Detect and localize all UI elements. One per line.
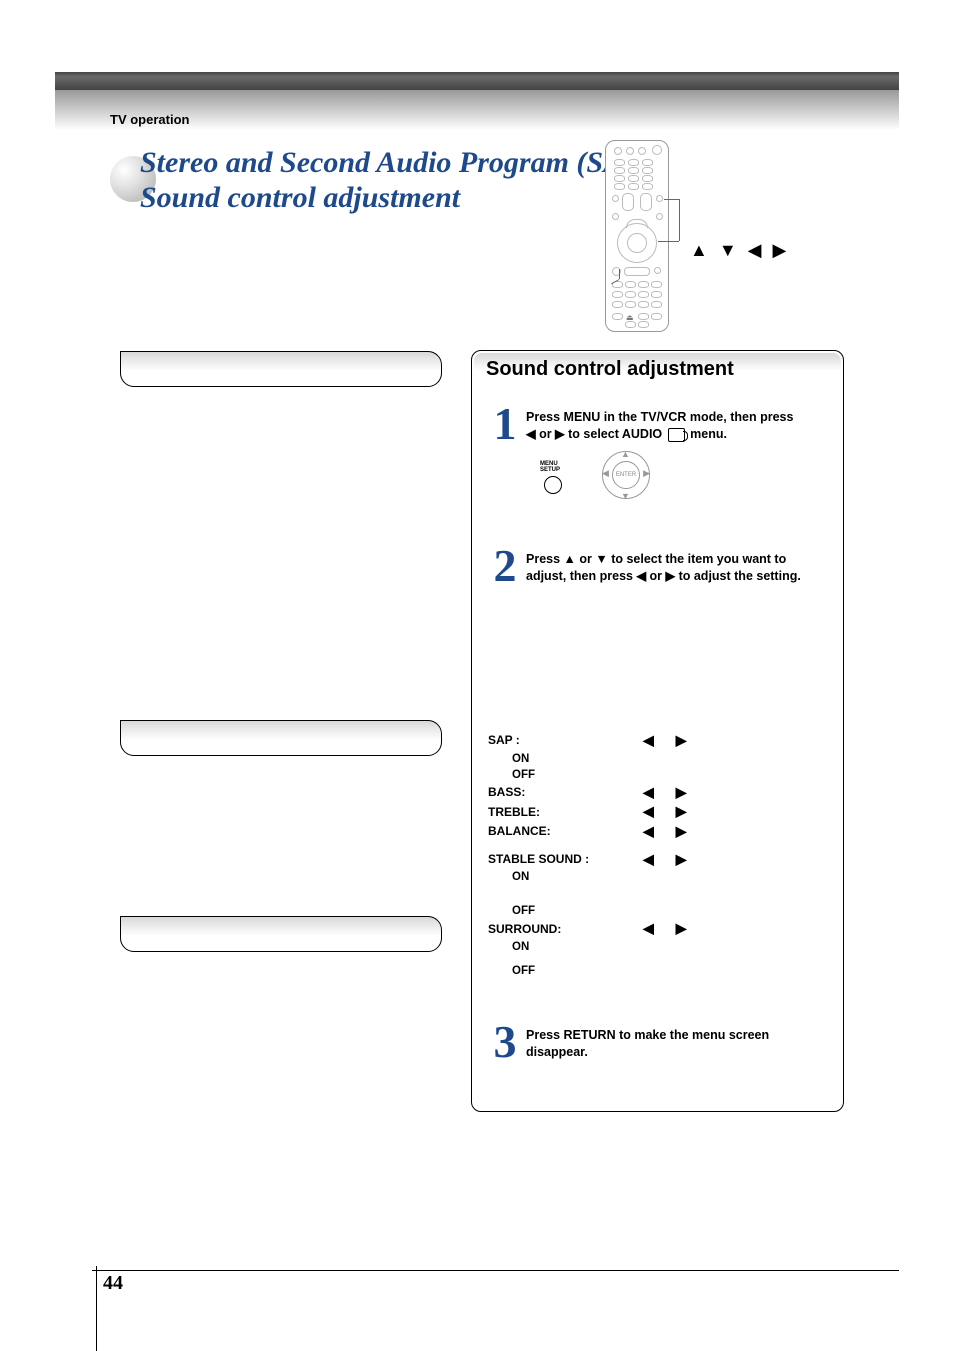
footer-vertical-divider — [96, 1266, 97, 1351]
surround-on: ON — [488, 939, 827, 955]
step-number-3: 3 — [488, 1015, 522, 1068]
chevron-up-icon: ▲ — [621, 449, 630, 459]
step2-text-a: Press ▲ or ▼ to select the item you want… — [526, 552, 786, 566]
footer-divider — [92, 1270, 899, 1271]
step-3: 3 Press RETURN to make the menu screen d… — [488, 1027, 827, 1061]
step3-text-b: disappear. — [526, 1045, 588, 1059]
stable-off: OFF — [488, 903, 827, 919]
stable-arrows: ◀▶ — [643, 850, 709, 870]
balance-label: BALANCE: — [488, 823, 643, 840]
step1-text-a: Press MENU in the TV/VCR mode, then pres… — [526, 410, 793, 424]
sap-off: OFF — [488, 767, 827, 783]
stable-sound-label: STABLE SOUND : — [488, 851, 643, 868]
sap-on: ON — [488, 751, 827, 767]
bass-label: BASS: — [488, 784, 643, 801]
bass-arrows: ◀▶ — [643, 783, 709, 803]
page-title-row: Stereo and Second Audio Program (SAP)/ S… — [110, 146, 859, 215]
dpad-illustration: ▲ ▼ ◀ ▶ ENTER — [602, 451, 652, 501]
step-number-2: 2 — [488, 539, 522, 592]
step-2: 2 Press ▲ or ▼ to select the item you wa… — [488, 551, 827, 585]
chevron-right-icon: ▶ — [643, 468, 650, 479]
setup-label: SETUP — [540, 467, 562, 473]
page-title-line2: Sound control adjustment — [140, 181, 460, 214]
sap-label: SAP : — [488, 732, 643, 749]
audio-icon — [668, 428, 685, 442]
step-1: 1 Press MENU in the TV/VCR mode, then pr… — [488, 409, 827, 443]
step-number-1: 1 — [488, 397, 522, 450]
page-number: 44 — [103, 1272, 123, 1295]
step1-text-b: ◀ or ▶ to select AUDIO — [526, 427, 662, 441]
page-title-line1: Stereo and Second Audio Program (SAP)/ — [140, 146, 660, 179]
surround-arrows: ◀▶ — [643, 919, 709, 939]
button-circle-icon — [544, 476, 562, 494]
sap-arrows: ◀▶ — [643, 731, 709, 751]
step3-text-a: Press RETURN to make the menu screen — [526, 1028, 769, 1042]
menu-setup-button-illustration: MENU SETUP — [540, 461, 562, 494]
header-bar — [55, 72, 899, 90]
left-panel-slot-1 — [120, 351, 442, 387]
left-panel-slot-2 — [120, 720, 442, 756]
step1-text-c: menu. — [690, 427, 727, 441]
left-panel-slot-3 — [120, 916, 442, 952]
remote-illustration: ⏏ — [605, 140, 669, 332]
instruction-box: Sound control adjustment 1 Press MENU in… — [471, 350, 844, 1112]
enter-button-label: ENTER — [612, 461, 640, 489]
surround-off: OFF — [488, 963, 827, 979]
chevron-down-icon: ▼ — [621, 491, 630, 501]
box-heading: Sound control adjustment — [474, 353, 841, 385]
manual-page: TV operation Stereo and Second Audio Pro… — [0, 0, 954, 1351]
treble-arrows: ◀▶ — [643, 802, 709, 822]
breadcrumb: TV operation — [110, 112, 189, 127]
settings-list: SAP : ◀▶ ON OFF BASS: ◀▶ TREBLE: ◀▶ BALA… — [488, 731, 827, 979]
dpad-arrows-label: ▲ ▼ ◀ ▶ — [690, 240, 789, 261]
chevron-left-icon: ◀ — [602, 468, 609, 479]
stable-on: ON — [488, 869, 827, 885]
balance-arrows: ◀▶ — [643, 822, 709, 842]
surround-label: SURROUND: — [488, 921, 643, 938]
step2-text-b: adjust, then press ◀ or ▶ to adjust the … — [526, 569, 801, 583]
treble-label: TREBLE: — [488, 804, 643, 821]
